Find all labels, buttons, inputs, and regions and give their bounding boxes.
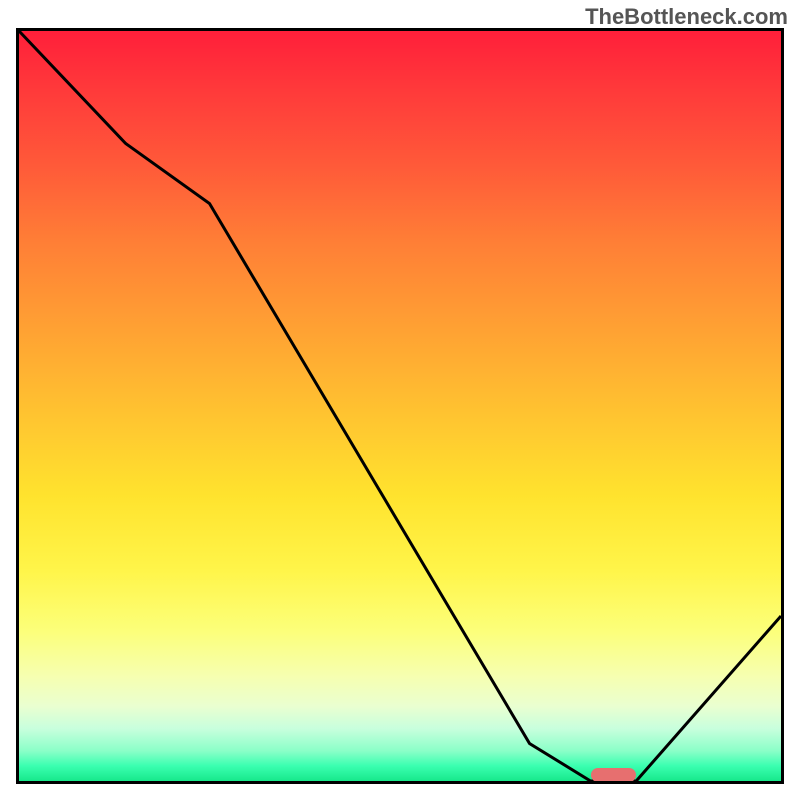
chart-marker: [591, 768, 637, 782]
chart-frame: [16, 28, 784, 784]
curve-path: [19, 31, 781, 781]
chart-curve: [19, 31, 781, 781]
watermark-text: TheBottleneck.com: [585, 4, 788, 30]
